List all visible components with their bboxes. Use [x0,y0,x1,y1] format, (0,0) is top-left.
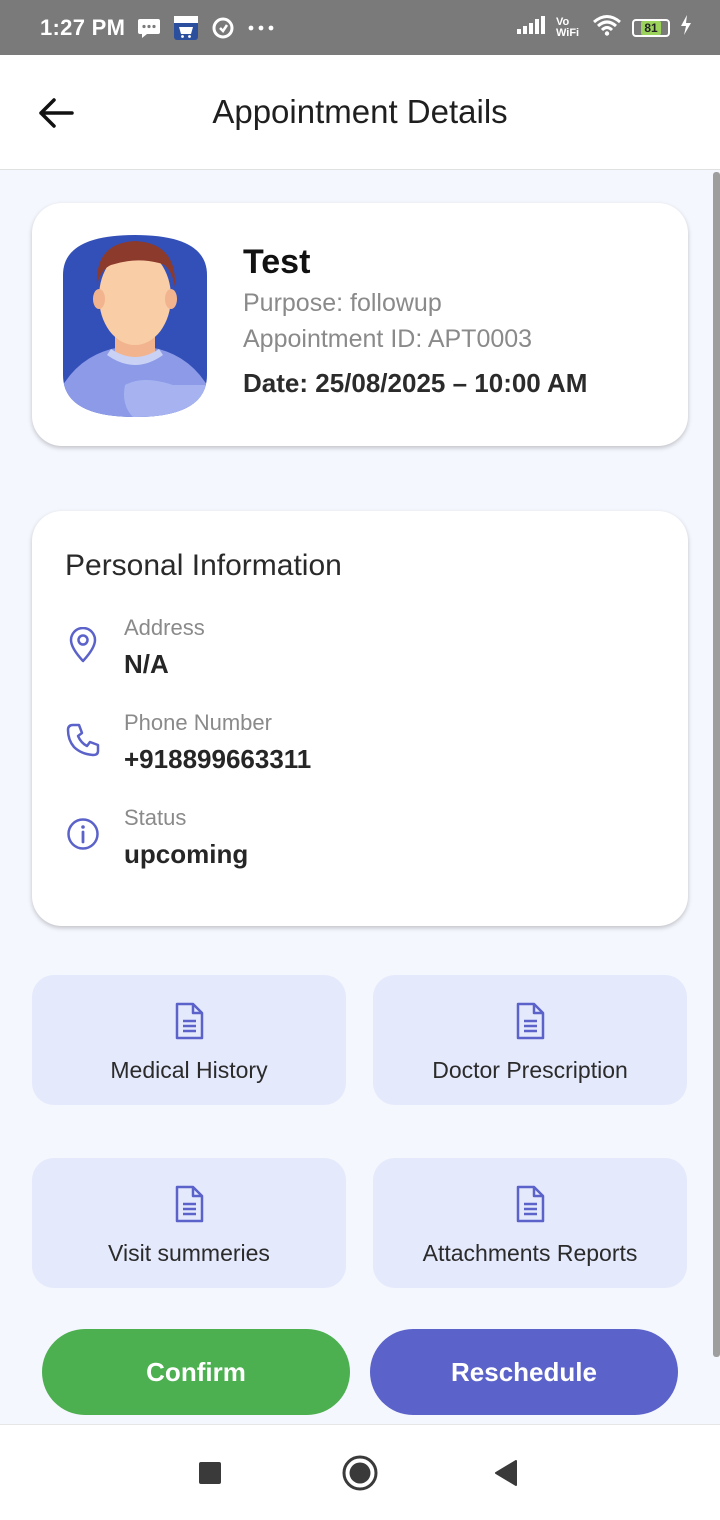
scrollbar[interactable] [713,172,720,1357]
amazon-icon [173,15,199,41]
wifi-icon [592,14,622,41]
document-icon [175,1002,204,1040]
address-label: Address [124,615,205,640]
charging-icon [680,15,692,40]
tile-label: Medical History [110,1057,268,1083]
phone-number-label: Phone Number [124,710,272,735]
location-pin-icon [65,627,101,663]
tile-label: Doctor Prescription [432,1057,628,1083]
data-saver-icon [211,16,235,40]
recents-button[interactable] [180,1443,240,1503]
signal-icon [516,15,546,40]
phone-icon [65,722,101,758]
more-dots-icon [247,24,275,32]
tile-label: Visit summeries [108,1240,270,1266]
tile-label: Attachments Reports [422,1240,638,1266]
recents-square-icon [199,1462,221,1484]
doctor-prescription-tile[interactable]: Doctor Prescription [373,975,687,1105]
document-icon [516,1002,545,1040]
section-title: Personal Information [65,549,342,582]
patient-name: Test [243,243,311,281]
message-icon [137,17,161,39]
phone-number-value: +918899663311 [124,744,312,774]
system-back-button[interactable] [476,1443,536,1503]
attachments-reports-tile[interactable]: Attachments Reports [373,1158,687,1288]
avatar [63,235,207,417]
appointment-date: Date: 25/08/2025 – 10:00 AM [243,368,588,398]
status-bar: 1:27 PM Vo WiFi 81 [0,0,720,55]
reschedule-button[interactable]: Reschedule [370,1329,678,1415]
home-button[interactable] [330,1443,390,1503]
visit-summaries-tile[interactable]: Visit summeries [32,1158,346,1288]
vowifi-label: Vo WiFi [556,15,580,39]
appointment-purpose: Purpose: followup [243,289,442,317]
confirm-button[interactable]: Confirm [42,1329,350,1415]
battery-icon: 81 [632,18,670,37]
status-time: 1:27 PM [40,14,126,40]
status-value: upcoming [124,839,249,869]
personal-information-card: Personal Information Address N/A Phone N… [32,511,688,926]
info-icon [65,816,101,852]
medical-history-tile[interactable]: Medical History [32,975,346,1105]
battery-level: 81 [641,20,661,35]
patient-summary-card: Test Purpose: followup Appointment ID: A… [32,203,688,446]
page-title: Appointment Details [212,93,508,130]
home-circle-icon [342,1455,378,1491]
document-icon [175,1185,204,1223]
app-bar: Appointment Details [0,55,720,170]
back-triangle-icon [495,1460,517,1486]
address-value: N/A [124,649,169,679]
system-nav-bar [0,1424,720,1520]
status-label: Status [124,805,187,830]
appointment-id: Appointment ID: APT0003 [243,325,533,353]
document-icon [516,1185,545,1223]
